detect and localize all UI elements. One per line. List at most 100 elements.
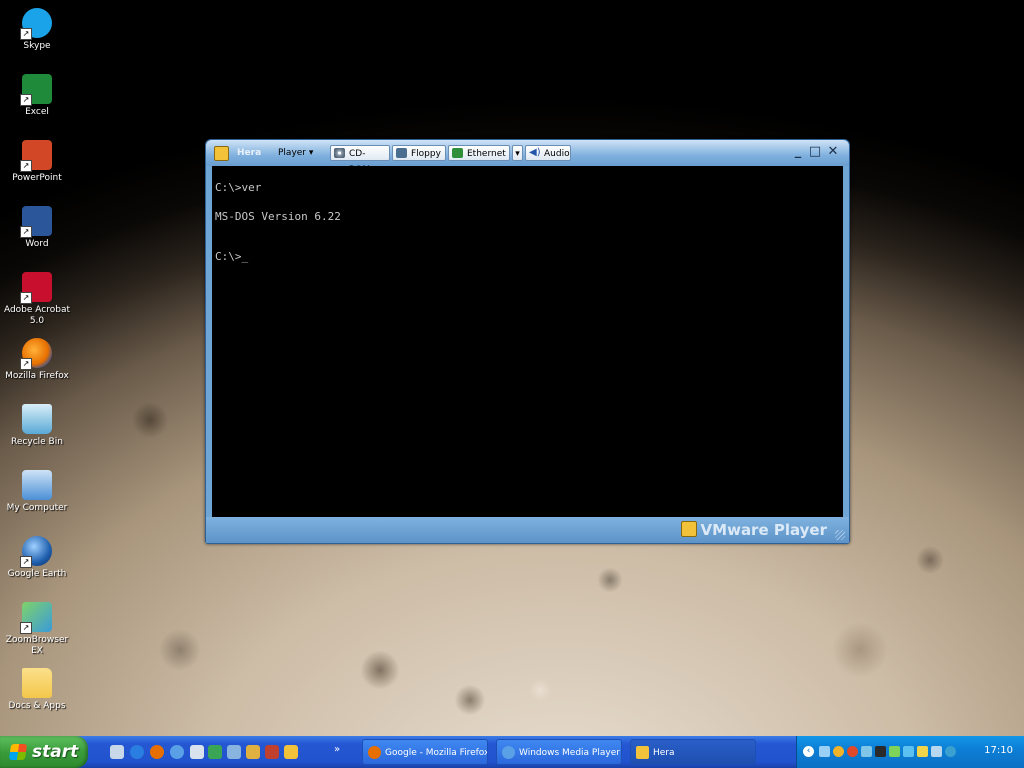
task-hera[interactable]: Hera <box>630 739 756 765</box>
tray-security-icon[interactable] <box>833 746 844 757</box>
quick-launch-media-player-icon[interactable] <box>170 745 184 759</box>
quick-launch-firefox-icon[interactable] <box>150 745 164 759</box>
tray-app-icon[interactable] <box>931 746 942 757</box>
taskbar: start » Google - Mozilla Firefox Windows… <box>0 736 1024 768</box>
media-player-icon <box>502 746 515 759</box>
quick-launch-app-icon[interactable] <box>265 745 279 759</box>
vmware-icon <box>214 146 229 161</box>
powerpoint-icon: ↗ <box>20 140 52 172</box>
ethernet-label: Ethernet <box>467 149 506 159</box>
tray-app-icon[interactable] <box>903 746 914 757</box>
acrobat-icon: ↗ <box>20 272 52 304</box>
desktop-icon-label: Word <box>25 239 49 249</box>
close-button[interactable]: ✕ <box>826 144 840 159</box>
cdrom-button[interactable]: CD-ROM <box>330 145 390 175</box>
vmware-toolbar: Hera Player ▾ CD-ROM Floppy Ethernet ▾ ◀… <box>206 140 849 175</box>
window-title: Hera <box>237 148 262 158</box>
desktop-icon-label: My Computer <box>6 503 68 513</box>
skype-icon: ↗ <box>20 8 52 40</box>
desktop-icon-label: Docs & Apps <box>8 701 66 711</box>
quick-launch-app-icon[interactable] <box>246 745 260 759</box>
task-label: Hera <box>653 748 675 758</box>
desktop-icon-acrobat[interactable]: ↗ Adobe Acrobat 5.0 <box>0 272 74 327</box>
tray-app-icon[interactable] <box>889 746 900 757</box>
console-line: C:\>ver <box>215 181 262 194</box>
desktop-icon-label: ZoomBrowser EX <box>5 635 69 656</box>
windows-flag-icon <box>8 744 28 760</box>
task-label: Windows Media Player <box>519 748 620 758</box>
vmware-player-window[interactable]: Hera Player ▾ CD-ROM Floppy Ethernet ▾ ◀… <box>205 139 850 544</box>
desktop-icon-word[interactable]: ↗ Word <box>0 206 74 250</box>
tray-network-icon[interactable] <box>819 746 830 757</box>
desktop-wallpaper: ↗ Skype ↗ Excel ↗ PowerPoint ↗ Word ↗ Ad… <box>0 0 1024 736</box>
quick-launch-app-icon[interactable] <box>208 745 222 759</box>
recycle-bin-icon <box>22 404 52 434</box>
start-label: start <box>32 742 79 762</box>
firefox-icon: ↗ <box>20 338 52 370</box>
quick-launch-ie-icon[interactable] <box>130 745 144 759</box>
audio-label: Audio <box>544 149 570 159</box>
word-icon: ↗ <box>20 206 52 238</box>
tray-app-icon[interactable] <box>861 746 872 757</box>
vmware-logo-icon <box>680 521 697 537</box>
vmware-brand-label: VMware Player <box>700 521 827 539</box>
task-firefox[interactable]: Google - Mozilla Firefox <box>362 739 488 765</box>
quick-launch-app-icon[interactable] <box>190 745 204 759</box>
desktop-icon-skype[interactable]: ↗ Skype <box>0 8 74 52</box>
ethernet-button[interactable]: Ethernet <box>448 145 510 161</box>
player-menu-label: Player <box>278 148 307 158</box>
quick-launch-app-icon[interactable] <box>227 745 241 759</box>
quick-launch-vmware-icon[interactable] <box>284 745 298 759</box>
task-windows-media-player[interactable]: Windows Media Player <box>496 739 622 765</box>
minimize-button[interactable]: _ <box>791 144 805 159</box>
console-line: MS-DOS Version 6.22 <box>215 210 341 223</box>
tray-app-icon[interactable] <box>917 746 928 757</box>
tray-app-icon[interactable] <box>875 746 886 757</box>
my-computer-icon <box>22 470 52 500</box>
cdrom-label: CD-ROM <box>349 149 371 175</box>
player-menu[interactable]: Player ▾ <box>278 146 313 161</box>
desktop-icon-label: Adobe Acrobat 5.0 <box>3 305 71 326</box>
floppy-icon <box>396 148 407 158</box>
audio-button[interactable]: ◀) Audio <box>525 145 571 161</box>
desktop-icon-excel[interactable]: ↗ Excel <box>0 74 74 118</box>
ethernet-dropdown-button[interactable]: ▾ <box>512 145 523 161</box>
quick-launch-desktop-icon[interactable] <box>110 745 124 759</box>
desktop-icon-my-computer[interactable]: My Computer <box>0 470 74 514</box>
desktop-icon-label: Google Earth <box>7 569 67 579</box>
tray-firefox-icon[interactable] <box>847 746 858 757</box>
desktop-icon-powerpoint[interactable]: ↗ PowerPoint <box>0 140 74 184</box>
desktop-icon-firefox[interactable]: ↗ Mozilla Firefox <box>0 338 74 382</box>
folder-icon <box>22 668 52 698</box>
desktop-icon-docs-apps[interactable]: Docs & Apps <box>0 668 74 712</box>
guest-console-screen[interactable]: C:\>ver MS-DOS Version 6.22 C:\>_ <box>212 166 843 517</box>
resize-grip[interactable] <box>835 530 845 540</box>
task-label: Google - Mozilla Firefox <box>385 748 488 758</box>
excel-icon: ↗ <box>20 74 52 106</box>
desktop-icon-google-earth[interactable]: ↗ Google Earth <box>0 536 74 580</box>
google-earth-icon: ↗ <box>20 536 52 568</box>
desktop-icon-label: Excel <box>25 107 49 117</box>
desktop-icon-label: Recycle Bin <box>11 437 63 447</box>
quick-launch-overflow-chevron[interactable]: » <box>334 744 340 755</box>
speaker-icon: ◀) <box>529 147 541 158</box>
desktop-icon-zoombrowser[interactable]: ↗ ZoomBrowser EX <box>0 602 74 657</box>
chevron-down-icon: ▾ <box>515 149 520 159</box>
maximize-button[interactable]: □ <box>808 144 822 159</box>
start-button[interactable]: start <box>0 736 88 768</box>
floppy-label: Floppy <box>411 149 441 159</box>
zoombrowser-icon: ↗ <box>20 602 52 634</box>
vmware-icon <box>636 746 649 759</box>
chevron-down-icon: ▾ <box>308 148 314 158</box>
desktop-icon-label: PowerPoint <box>12 173 62 183</box>
desktop-icon-label: Skype <box>23 41 51 51</box>
system-tray: ‹ 17:10 <box>796 736 1024 768</box>
desktop-icon-label: Mozilla Firefox <box>5 371 69 381</box>
clock: 17:10 <box>984 745 1013 756</box>
tray-expand-icon[interactable]: ‹ <box>803 746 814 757</box>
tray-app-icon[interactable] <box>945 746 956 757</box>
console-line: C:\>_ <box>215 250 249 263</box>
floppy-button[interactable]: Floppy <box>392 145 446 161</box>
desktop-icon-recycle-bin[interactable]: Recycle Bin <box>0 404 74 448</box>
vmware-brand: VMware Player <box>680 521 827 539</box>
